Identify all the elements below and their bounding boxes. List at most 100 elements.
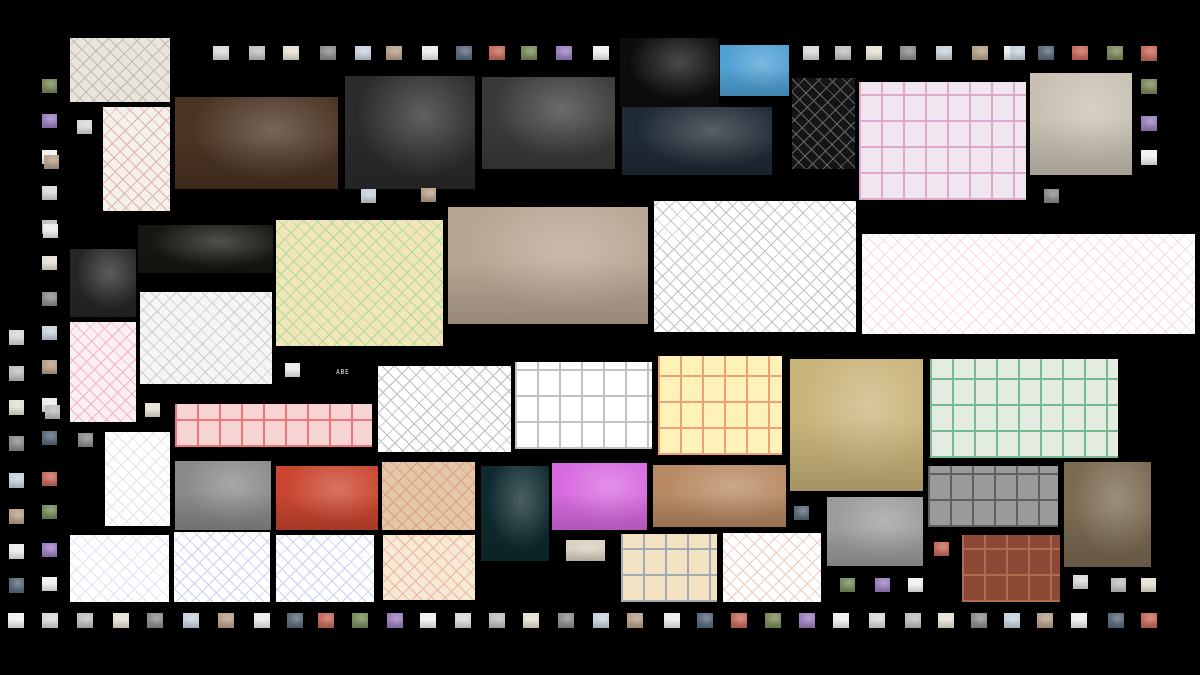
thumbnail-tile[interactable] (1141, 150, 1157, 165)
thumbnail-tile[interactable] (627, 613, 643, 628)
thumbnail-tile[interactable] (9, 436, 24, 451)
thumbnail-tile[interactable] (287, 613, 303, 628)
small-photo-strip[interactable] (566, 540, 605, 561)
thumbnail-tile[interactable] (283, 46, 299, 60)
thumbnail-tile[interactable] (833, 613, 849, 628)
thumbnail-tile[interactable] (936, 46, 952, 60)
thumbnail-tile[interactable] (42, 186, 57, 200)
pink-facade-section[interactable] (859, 82, 1026, 200)
thumbnail-tile[interactable] (42, 326, 57, 340)
thumbnail-tile[interactable] (489, 46, 505, 60)
thumbnail-tile[interactable] (1141, 46, 1157, 61)
thumbnail-tile[interactable] (422, 46, 438, 60)
thumbnail-tile[interactable] (183, 613, 199, 628)
white-building-axo[interactable] (378, 366, 511, 452)
thumbnail-tile[interactable] (42, 543, 57, 557)
thumbnail-tile[interactable] (1111, 578, 1126, 592)
sunset-meadow-photo[interactable] (653, 465, 786, 527)
thumbnail-tile[interactable] (42, 577, 57, 591)
thumbnail-tile[interactable] (558, 613, 574, 628)
bullring-wheatfield[interactable] (790, 359, 923, 491)
gridded-section-drawing[interactable] (515, 362, 652, 449)
thumbnail-tile[interactable] (455, 613, 471, 628)
thumbnail-tile[interactable] (1107, 46, 1123, 60)
thumbnail-tile[interactable] (421, 188, 436, 202)
sunset-comic-panels[interactable] (621, 534, 717, 602)
thumbnail-tile[interactable] (556, 46, 572, 60)
thumbnail-tile[interactable] (361, 189, 376, 203)
thumbnail-tile[interactable] (1004, 613, 1020, 628)
thumbnail-tile[interactable] (8, 613, 24, 628)
thumbnail-tile[interactable] (799, 613, 815, 628)
thumbnail-tile[interactable] (78, 433, 93, 447)
street-procession-bw[interactable] (827, 497, 923, 566)
green-vault-night[interactable] (138, 225, 273, 273)
thumbnail-tile[interactable] (386, 46, 402, 60)
column-hall-render[interactable] (482, 77, 615, 169)
dark-tower-collage[interactable] (70, 249, 136, 317)
thumbnail-tile[interactable] (9, 578, 24, 593)
atrium-greenery-render[interactable] (1030, 73, 1132, 175)
thumbnail-tile[interactable] (866, 46, 882, 60)
thumbnail-tile[interactable] (934, 542, 949, 556)
thumbnail-tile[interactable] (489, 613, 505, 628)
blue-line-interior[interactable] (276, 535, 374, 602)
ornate-frame-drawing[interactable] (383, 535, 475, 600)
ruin-model-photo[interactable] (70, 38, 170, 102)
tower-axonometric[interactable] (103, 107, 170, 211)
thumbnail-tile[interactable] (1037, 613, 1053, 628)
thumbnail-tile[interactable] (1071, 613, 1087, 628)
thumbnail-tile[interactable] (42, 292, 57, 306)
thumbnail-tile[interactable] (1044, 189, 1059, 203)
thumbnail-tile[interactable] (43, 224, 58, 238)
thumbnail-tile[interactable] (42, 613, 58, 628)
forest-street-render[interactable] (448, 207, 648, 324)
yellow-house-section[interactable] (658, 356, 782, 455)
thumbnail-tile[interactable] (835, 46, 851, 60)
thumbnail-tile[interactable] (523, 613, 539, 628)
thumbnail-tile[interactable] (9, 473, 24, 488)
thumbnail-tile[interactable] (875, 578, 890, 592)
red-tunnel-render[interactable] (276, 466, 378, 530)
thumbnail-tile[interactable] (938, 613, 954, 628)
collage-map-drawing[interactable] (382, 462, 475, 530)
thumbnail-tile[interactable] (1141, 613, 1157, 628)
thumbnail-tile[interactable] (147, 613, 163, 628)
pink-plan-sketch[interactable] (70, 322, 136, 422)
thumbnail-tile[interactable] (521, 46, 537, 60)
thumbnail-tile[interactable] (900, 46, 916, 60)
green-housing-block[interactable] (930, 359, 1118, 458)
thumbnail-tile[interactable] (593, 613, 609, 628)
pink-line-elevation[interactable] (862, 234, 1195, 334)
violet-installation[interactable] (552, 463, 647, 530)
thumbnail-tile[interactable] (42, 256, 57, 270)
blue-pencil-plan[interactable] (70, 535, 169, 602)
floating-island-render[interactable] (622, 107, 772, 175)
thumbnail-tile[interactable] (42, 79, 57, 93)
thumbnail-tile[interactable] (77, 120, 92, 134)
thumbnail-tile[interactable] (593, 46, 609, 60)
thumbnail-tile[interactable] (1141, 79, 1157, 94)
blue-line-street[interactable] (174, 532, 270, 602)
thumbnail-tile[interactable] (697, 613, 713, 628)
thumbnail-tile[interactable] (1108, 613, 1124, 628)
thumbnail-tile[interactable] (1141, 578, 1156, 592)
thumbnail-tile[interactable] (387, 613, 403, 628)
thumbnail-tile[interactable] (218, 613, 234, 628)
thumbnail-tile[interactable] (1010, 46, 1025, 60)
thumbnail-tile[interactable] (9, 366, 24, 381)
thumbnail-tile[interactable] (456, 46, 472, 60)
thumbnail-tile[interactable] (9, 330, 24, 345)
thumbnail-tile[interactable] (869, 613, 885, 628)
thumbnail-tile[interactable] (285, 363, 300, 377)
thumbnail-tile[interactable] (320, 46, 336, 60)
thumbnail-tile[interactable] (42, 431, 57, 445)
thumbnail-tile[interactable] (1072, 46, 1088, 60)
thumbnail-tile[interactable] (42, 114, 57, 128)
thumbnail-tile[interactable] (1038, 46, 1054, 60)
thumbnail-tile[interactable] (803, 46, 819, 60)
theater-axonometric[interactable] (654, 201, 856, 332)
thumbnail-tile[interactable] (145, 403, 160, 417)
thumbnail-tile[interactable] (972, 46, 988, 60)
neon-towers-render[interactable] (481, 466, 549, 561)
